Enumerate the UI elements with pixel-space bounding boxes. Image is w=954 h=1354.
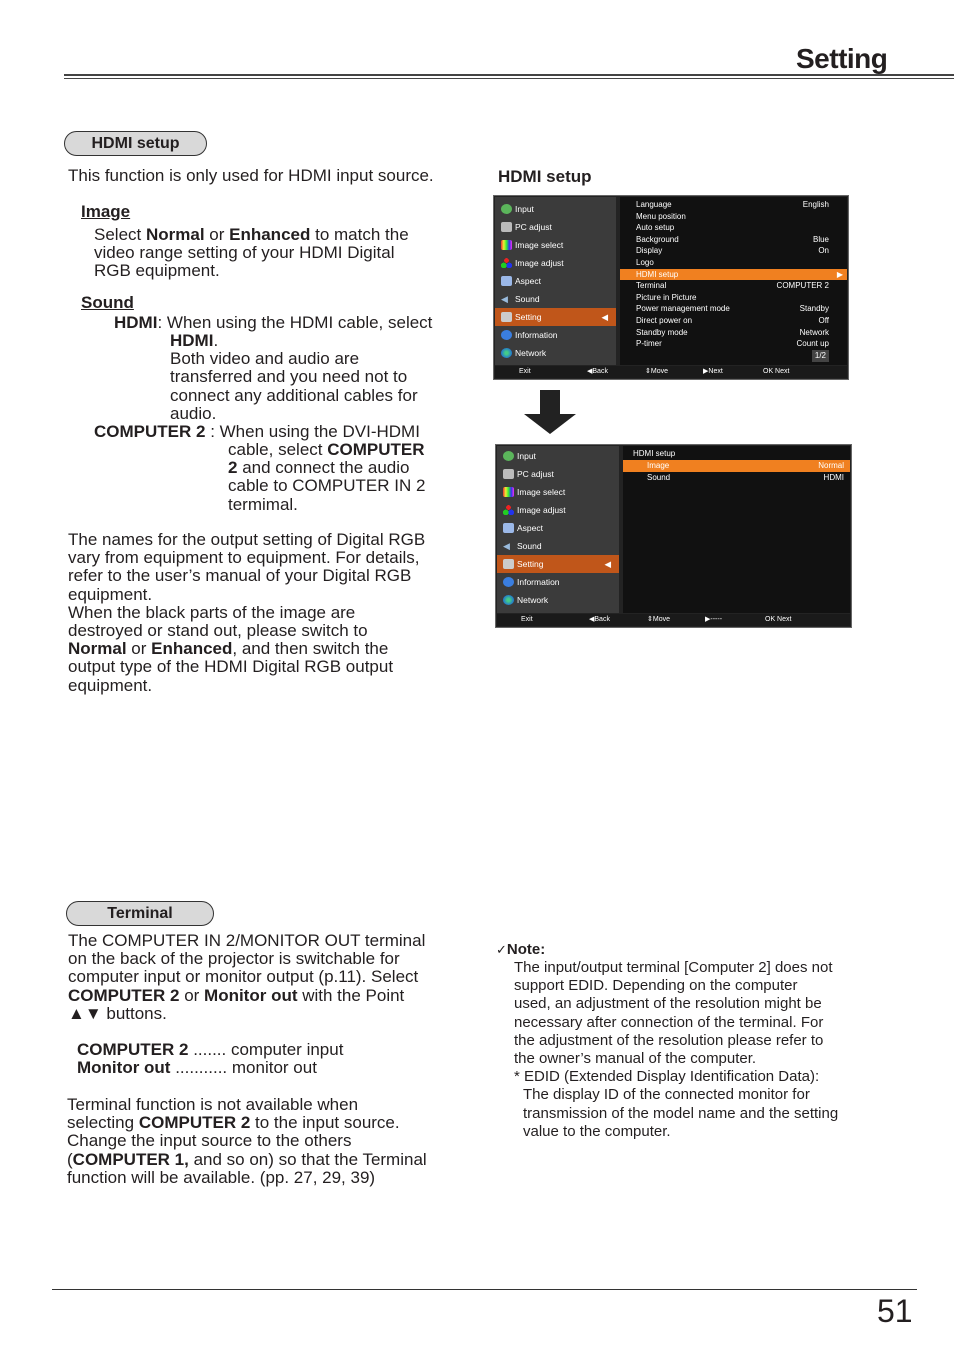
sound-computer2-term: COMPUTER 2 : When using the DVI-HDMI xyxy=(94,422,420,441)
image-select-icon xyxy=(503,487,514,497)
digital-rgb-paragraph: The names for the output setting of Digi… xyxy=(68,530,426,695)
input-icon xyxy=(501,204,512,214)
osd-page-indicator: 1/2 xyxy=(620,350,847,362)
speaker-icon: ◀ xyxy=(503,541,510,551)
note-heading: ✓Note: xyxy=(496,941,546,958)
osd-menu-pc-adjust[interactable]: PC adjust xyxy=(497,465,619,483)
sound-computer2-description: cable, select COMPUTER 2 and connect the… xyxy=(228,440,426,514)
page-number: 51 xyxy=(877,1293,913,1329)
osd-row-image[interactable]: Image Normal xyxy=(623,460,850,472)
osd-row-auto-setup[interactable]: Auto setup xyxy=(620,222,847,234)
sound-hdmi-description: HDMI. Both video and audio are transferr… xyxy=(170,331,418,423)
osd-menu-image-select[interactable]: Image select xyxy=(495,236,616,254)
image-heading: Image xyxy=(81,202,131,221)
osd-menu-information[interactable]: Information xyxy=(497,573,619,591)
osd-submenu-title: HDMI setup xyxy=(633,449,676,458)
sound-hdmi-term: HDMI: When using the HDMI cable, select xyxy=(114,313,433,332)
aspect-icon xyxy=(501,276,512,286)
osd-menu-image-adjust[interactable]: Image adjust xyxy=(495,254,616,272)
osd-menu-input[interactable]: Input xyxy=(497,447,619,465)
osd-row-standby-mode[interactable]: Standby mode Network xyxy=(620,327,847,339)
globe-icon xyxy=(501,348,512,358)
hdmi-intro: This function is only used for HDMI inpu… xyxy=(68,166,434,185)
note-body: The input/output terminal [Computer 2] d… xyxy=(514,959,839,1140)
osd-menu-setting[interactable]: Setting ◀ xyxy=(497,555,619,573)
osd-menu-setting[interactable]: Setting ◀ xyxy=(495,308,616,326)
globe-icon xyxy=(503,595,514,605)
osd-submenu-panel: Language English Menu position Auto setup… xyxy=(620,197,847,365)
osd-row-menu-position[interactable]: Menu position xyxy=(620,211,847,223)
osd-row-language[interactable]: Language English xyxy=(620,199,847,211)
osd-footer: Exit ◀Back ⇕Move ▶Next OK Next xyxy=(495,366,847,378)
footer-rule xyxy=(52,1289,917,1290)
setting-icon xyxy=(501,312,512,322)
osd-menu-pc-adjust[interactable]: PC adjust xyxy=(495,218,616,236)
osd-row-p-timer[interactable]: P-timer Count up xyxy=(620,338,847,350)
information-icon xyxy=(503,577,514,587)
osd-menu-sound[interactable]: ◀ Sound xyxy=(497,537,619,555)
osd-menu-network[interactable]: Network xyxy=(495,344,616,362)
osd-menu-network[interactable]: Network xyxy=(497,591,619,609)
header-rule xyxy=(64,74,954,76)
pc-adjust-icon xyxy=(501,222,512,232)
osd-row-direct-power-on[interactable]: Direct power on Off xyxy=(620,315,847,327)
pc-adjust-icon xyxy=(503,469,514,479)
osd-menu-input[interactable]: Input xyxy=(495,200,616,218)
down-arrow-icon xyxy=(524,390,576,434)
osd-row-display[interactable]: Display On xyxy=(620,245,847,257)
image-adjust-icon xyxy=(503,505,514,515)
terminal-availability-paragraph: Terminal function is not available when … xyxy=(67,1095,427,1187)
information-icon xyxy=(501,330,512,340)
selected-arrow-icon: ◀ xyxy=(601,312,608,322)
osd-main-menu: Input PC adjust Image select Image adjus… xyxy=(495,197,616,365)
osd-menu-information[interactable]: Information xyxy=(495,326,616,344)
osd-row-terminal[interactable]: Terminal COMPUTER 2 xyxy=(620,280,847,292)
osd-setting-menu: Input PC adjust Image select Image adjus… xyxy=(493,195,849,380)
osd-row-hdmi-setup[interactable]: HDMI setup ▶ xyxy=(620,268,847,281)
osd-menu-sound[interactable]: ◀ Sound xyxy=(495,290,616,308)
selected-arrow-icon: ◀ xyxy=(604,559,611,569)
image-description: Select Normal or Enhanced to match the v… xyxy=(94,225,409,281)
osd-menu-aspect[interactable]: Aspect xyxy=(495,272,616,290)
sound-heading: Sound xyxy=(81,293,134,312)
aspect-icon xyxy=(503,523,514,533)
input-icon xyxy=(503,451,514,461)
terminal-paragraph: The COMPUTER IN 2/MONITOR OUT terminal o… xyxy=(68,931,426,1023)
osd-row-power-management[interactable]: Power management mode Standby xyxy=(620,303,847,315)
screen-caption: HDMI setup xyxy=(498,167,592,186)
osd-main-menu: Input PC adjust Image select Image adjus… xyxy=(497,446,619,613)
osd-submenu-panel: HDMI setup Image Normal Sound HDMI xyxy=(623,446,850,613)
page-section-title: Setting xyxy=(796,43,888,74)
osd-footer: Exit ◀Back ⇕Move ▶----- OK Next xyxy=(497,614,850,626)
osd-menu-image-select[interactable]: Image select xyxy=(497,483,619,501)
image-adjust-icon xyxy=(501,258,512,268)
terminal-options: COMPUTER 2 ....... computer input Monito… xyxy=(77,1040,344,1078)
speaker-icon: ◀ xyxy=(501,294,508,304)
image-select-icon xyxy=(501,240,512,250)
osd-row-picture-in-picture[interactable]: Picture in Picture xyxy=(620,292,847,304)
setting-icon xyxy=(503,559,514,569)
osd-hdmi-setup-menu: Input PC adjust Image select Image adjus… xyxy=(495,444,852,628)
osd-menu-aspect[interactable]: Aspect xyxy=(497,519,619,537)
osd-row-sound[interactable]: Sound HDMI xyxy=(623,472,850,484)
osd-row-logo[interactable]: Logo xyxy=(620,257,847,269)
header-rule-thin xyxy=(64,78,954,79)
hdmi-setup-pill: HDMI setup xyxy=(64,131,207,156)
terminal-pill: Terminal xyxy=(66,901,214,926)
osd-menu-image-adjust[interactable]: Image adjust xyxy=(497,501,619,519)
checkmark-icon: ✓ xyxy=(496,942,507,957)
osd-row-background[interactable]: Background Blue xyxy=(620,234,847,246)
